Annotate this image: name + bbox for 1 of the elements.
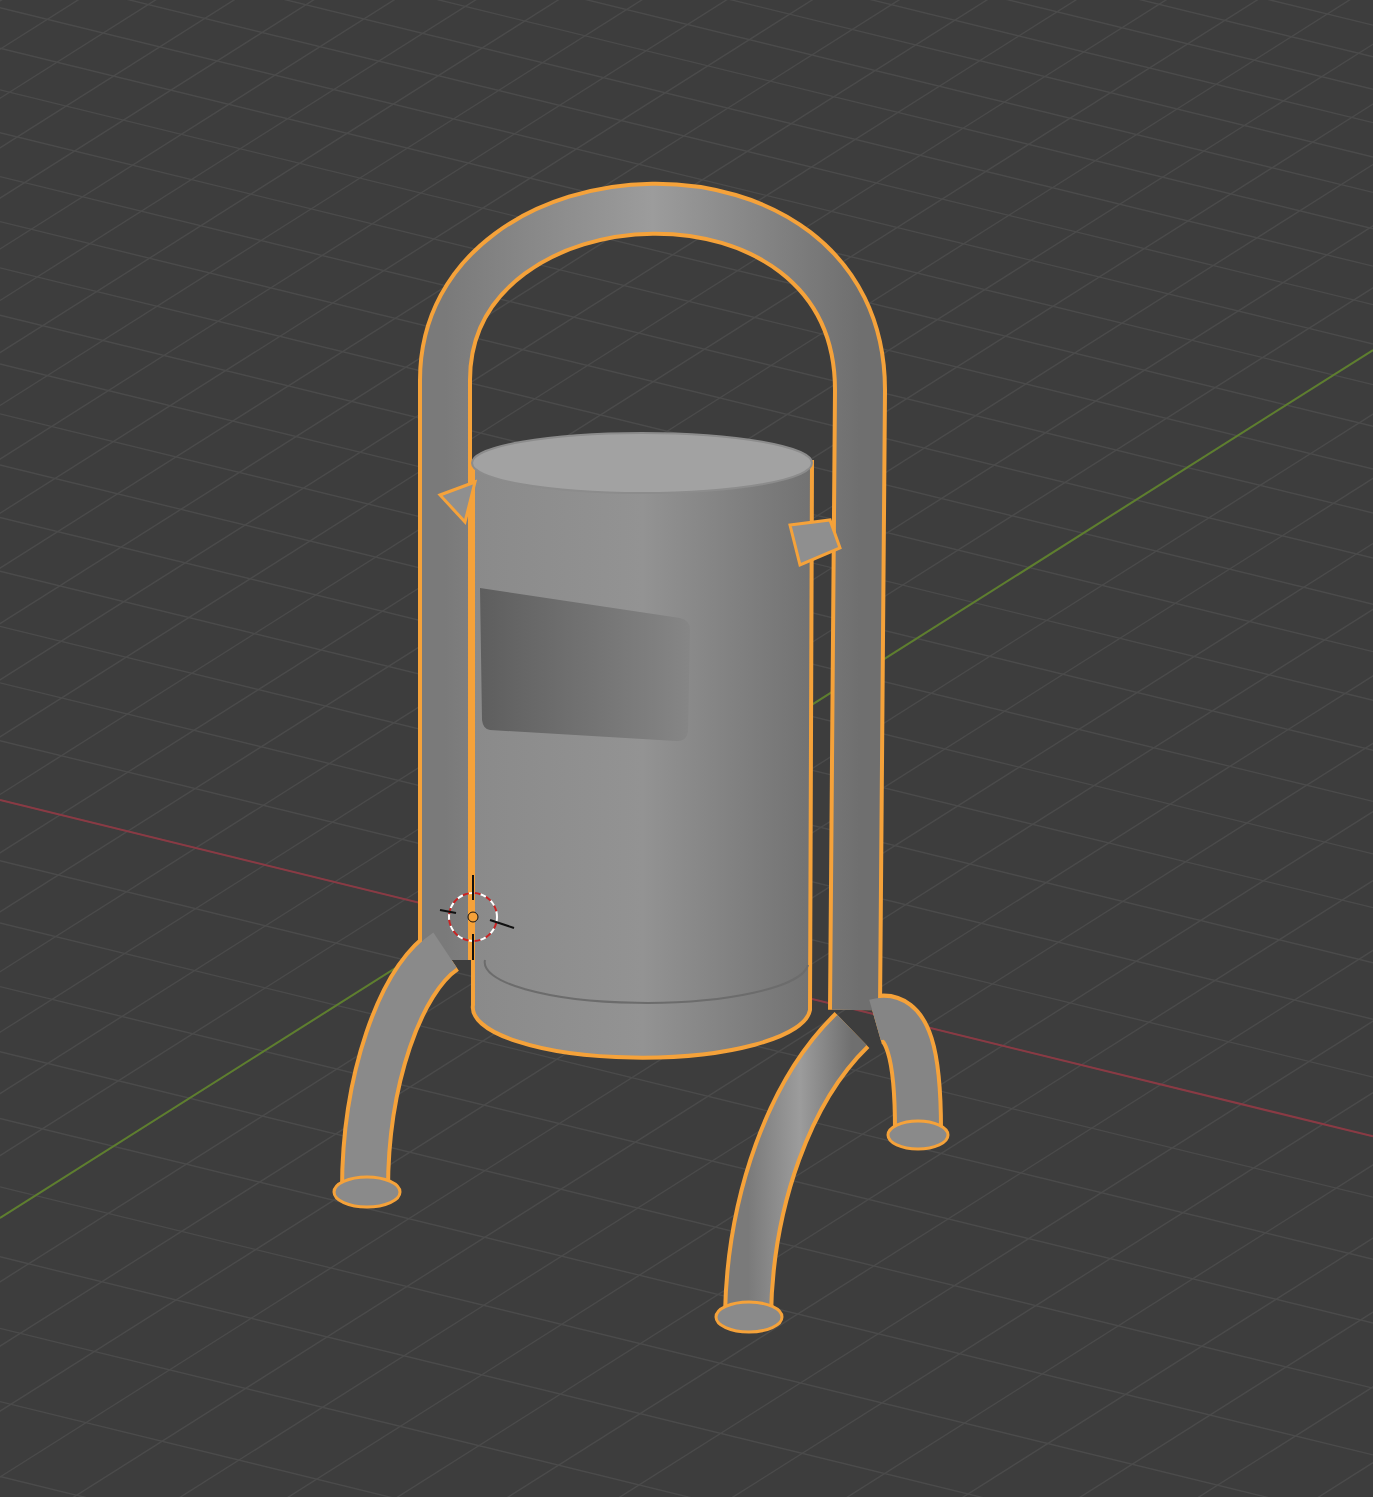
crosshair-icon <box>439 874 515 961</box>
